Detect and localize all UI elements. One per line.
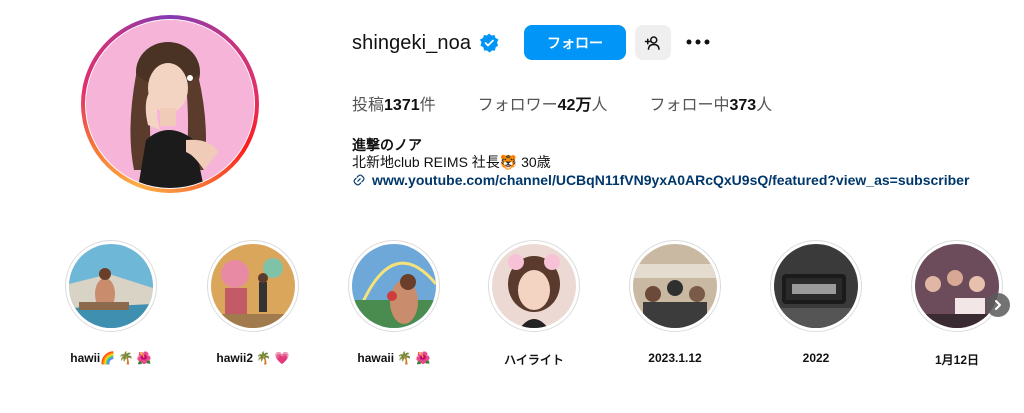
highlight-cover (69, 244, 153, 328)
posts-count: 投稿1371件 (352, 97, 436, 114)
more-options-button[interactable] (683, 31, 713, 53)
highlight-item[interactable]: 2022 (766, 240, 866, 365)
highlight-cover (492, 244, 576, 328)
highlight-label: hawaii 🌴 🌺 (357, 351, 431, 365)
profile-avatar-ring[interactable] (81, 15, 259, 193)
username[interactable]: shingeki_noa (352, 32, 471, 55)
username-row: shingeki_noa (352, 27, 499, 59)
highlight-cover (633, 244, 717, 328)
external-link[interactable]: www.youtube.com/channel/UCBqN11fVN9yxA0A… (352, 172, 969, 188)
highlight-item[interactable]: hawii🌈 🌴 🌺 (61, 240, 161, 365)
highlight-cover (774, 244, 858, 328)
highlight-item[interactable]: hawaii 🌴 🌺 (344, 240, 444, 365)
verified-badge-icon (480, 33, 499, 53)
highlight-label: 1月12日 (934, 353, 980, 367)
highlight-label: 2022 (802, 351, 830, 365)
bio-text: 北新地club REIMS 社長🐯 30歳 (352, 154, 551, 170)
highlight-label: hawii🌈 🌴 🌺 (70, 351, 152, 365)
following-link[interactable]: フォロー中373人 (649, 91, 772, 115)
highlights-next-button[interactable] (986, 293, 1010, 317)
add-person-icon (644, 35, 660, 50)
followers-link[interactable]: フォロワー42万人 (478, 91, 608, 115)
external-link-text[interactable]: www.youtube.com/channel/UCBqN11fVN9yxA0A… (372, 172, 969, 188)
chevron-right-icon (995, 300, 1001, 310)
link-icon (353, 174, 365, 186)
highlight-cover (352, 244, 436, 328)
more-options-icon (686, 39, 710, 45)
highlight-item[interactable]: hawii2 🌴 💗 (203, 240, 303, 365)
highlight-item[interactable]: ハイライト (484, 240, 584, 368)
highlight-label: 2023.1.12 (648, 351, 702, 365)
highlight-item[interactable]: 2023.1.12 (625, 240, 725, 365)
highlight-label: hawii2 🌴 💗 (216, 351, 290, 365)
highlight-cover (211, 244, 295, 328)
profile-stats: 投稿1371件 フォロワー42万人 フォロー中373人 (352, 91, 814, 115)
follow-button[interactable]: フォロー (524, 25, 626, 60)
highlight-label: ハイライト (504, 353, 564, 367)
suggested-accounts-button[interactable] (635, 25, 671, 60)
profile-avatar[interactable] (86, 20, 254, 188)
highlight-cover (915, 244, 999, 328)
